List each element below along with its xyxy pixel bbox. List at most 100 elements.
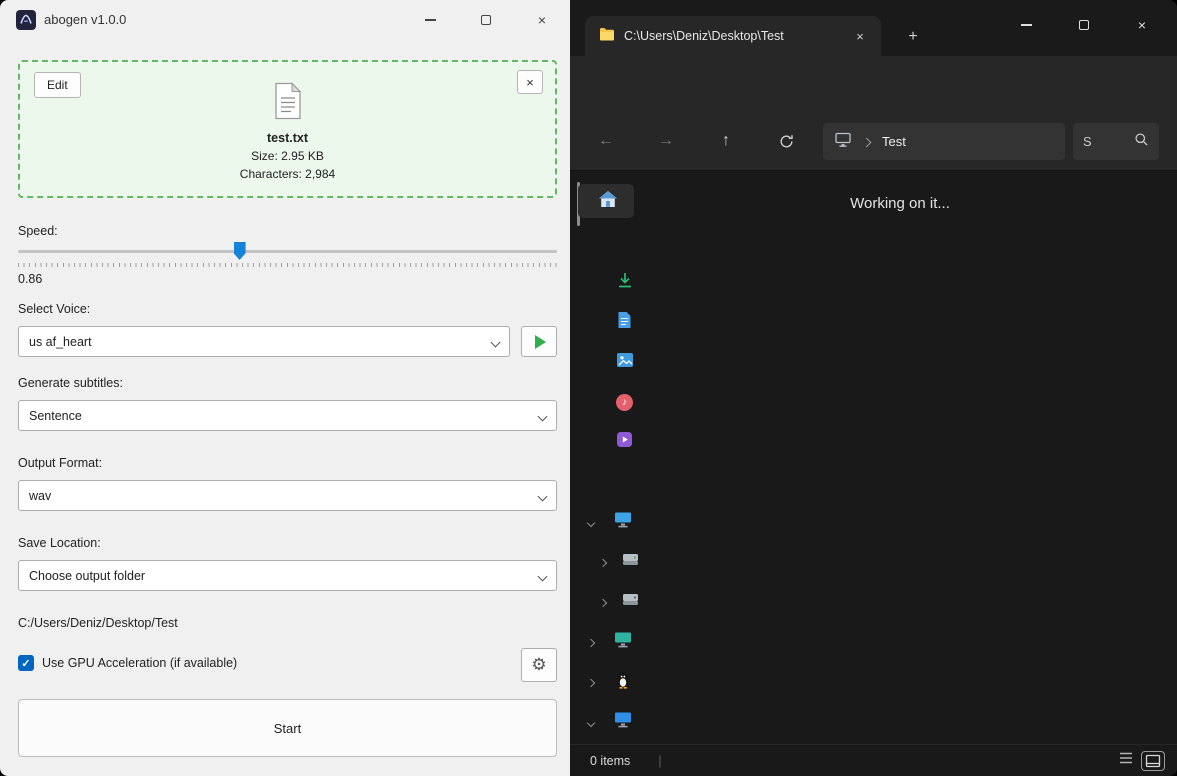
linux-penguin-icon bbox=[615, 671, 631, 694]
this-pc-icon bbox=[835, 132, 851, 152]
sidebar-item-linux[interactable] bbox=[570, 666, 640, 698]
abogen-titlebar[interactable]: abogen v1.0.0 × bbox=[0, 0, 570, 40]
output-format-select[interactable]: wav bbox=[18, 480, 557, 511]
chevron-down-icon bbox=[586, 713, 596, 731]
address-bar[interactable]: Test bbox=[823, 123, 1065, 160]
forward-button[interactable]: → bbox=[651, 126, 681, 156]
explorer-maximize-button[interactable] bbox=[1055, 0, 1113, 50]
this-pc-monitor-icon bbox=[614, 511, 632, 533]
explorer-content: Working on it... ♪ bbox=[570, 171, 1177, 744]
close-icon: × bbox=[856, 28, 864, 44]
refresh-button[interactable] bbox=[771, 126, 801, 156]
tab-close-button[interactable]: × bbox=[849, 25, 871, 47]
working-status-text: Working on it... bbox=[850, 195, 950, 212]
chevron-right-icon bbox=[586, 673, 596, 691]
sidebar-item-drive-1[interactable] bbox=[570, 546, 640, 578]
search-box[interactable]: S bbox=[1073, 123, 1159, 160]
drive-icon bbox=[622, 553, 639, 571]
file-size-text: Size: 2.95 KB bbox=[251, 149, 324, 163]
explorer-tab-strip: C:\Users\Deniz\Desktop\Test × + × bbox=[570, 0, 1177, 56]
sidebar-item-music[interactable]: ♪ bbox=[570, 386, 640, 418]
details-view-button[interactable] bbox=[1117, 750, 1135, 771]
gpu-checkbox[interactable]: ✓ bbox=[18, 655, 34, 671]
explorer-minimize-button[interactable] bbox=[997, 0, 1055, 50]
sidebar-item-drive-2[interactable] bbox=[570, 586, 640, 618]
abogen-app-icon bbox=[16, 10, 36, 30]
chevron-down-icon bbox=[537, 489, 548, 503]
sidebar-item-videos[interactable] bbox=[570, 426, 640, 458]
up-button[interactable]: ↑ bbox=[711, 126, 741, 156]
status-divider: | bbox=[658, 753, 662, 768]
sidebar-item-downloads[interactable] bbox=[570, 266, 640, 298]
forward-icon: → bbox=[658, 132, 674, 149]
pictures-icon bbox=[616, 352, 634, 373]
slider-track[interactable] bbox=[18, 250, 557, 253]
network-pc-icon bbox=[614, 631, 632, 653]
chevron-right-icon bbox=[586, 633, 596, 651]
chevron-down-icon bbox=[537, 409, 548, 423]
folder-icon bbox=[599, 27, 615, 46]
abogen-minimize-button[interactable] bbox=[402, 0, 458, 40]
screen: abogen v1.0.0 × Edit × test.txt Size: 2.… bbox=[0, 0, 1177, 776]
speed-label: Speed: bbox=[18, 224, 58, 238]
settings-button[interactable]: ⚙ bbox=[521, 648, 557, 682]
subtitles-selected-value: Sentence bbox=[29, 408, 82, 423]
gpu-checkbox-label[interactable]: Use GPU Acceleration (if available) bbox=[42, 656, 237, 670]
speed-slider[interactable] bbox=[18, 242, 557, 260]
downloads-icon bbox=[616, 271, 634, 294]
file-document-icon bbox=[273, 82, 303, 124]
save-location-label: Save Location: bbox=[18, 536, 101, 550]
abogen-maximize-button[interactable] bbox=[458, 0, 514, 40]
explorer-active-tab[interactable]: C:\Users\Deniz\Desktop\Test × bbox=[585, 16, 881, 56]
start-button[interactable]: Start bbox=[18, 699, 557, 757]
preview-voice-button[interactable] bbox=[521, 326, 557, 357]
sidebar-item-home[interactable] bbox=[570, 185, 640, 217]
search-input-text[interactable]: S bbox=[1083, 134, 1134, 149]
slider-handle[interactable] bbox=[233, 242, 246, 260]
back-button[interactable]: ← bbox=[591, 126, 621, 156]
save-location-select[interactable]: Choose output folder bbox=[18, 560, 557, 591]
play-icon bbox=[535, 334, 546, 349]
music-icon: ♪ bbox=[616, 393, 633, 411]
search-icon bbox=[1134, 132, 1149, 152]
gpu-acceleration-row: ✓ Use GPU Acceleration (if available) bbox=[18, 655, 237, 671]
home-icon bbox=[598, 190, 618, 213]
plus-icon: + bbox=[908, 28, 918, 45]
refresh-icon bbox=[780, 134, 793, 147]
new-tab-button[interactable]: + bbox=[902, 26, 924, 48]
large-thumbnails-view-button[interactable] bbox=[1141, 750, 1165, 771]
file-dropzone[interactable]: Edit × test.txt Size: 2.95 KB Characters… bbox=[18, 60, 557, 198]
explorer-close-button[interactable]: × bbox=[1113, 0, 1171, 50]
sidebar-item-network-pc[interactable] bbox=[570, 626, 640, 658]
sidebar-item-network[interactable] bbox=[570, 706, 640, 738]
explorer-status-bar: 0 items | bbox=[570, 744, 1177, 776]
slider-ticks bbox=[18, 263, 557, 267]
breadcrumb-chevron-icon bbox=[861, 133, 872, 151]
sidebar-item-pictures[interactable] bbox=[570, 346, 640, 378]
abogen-close-button[interactable]: × bbox=[514, 0, 570, 40]
tab-title: C:\Users\Deniz\Desktop\Test bbox=[624, 29, 784, 43]
output-path-text: C:/Users/Deniz/Desktop/Test bbox=[18, 616, 178, 630]
documents-icon bbox=[617, 311, 632, 334]
items-count: 0 items bbox=[590, 753, 631, 768]
format-selected-value: wav bbox=[29, 488, 52, 503]
drive-icon bbox=[622, 593, 639, 611]
voice-label: Select Voice: bbox=[18, 302, 91, 316]
sidebar-item-this-pc[interactable] bbox=[570, 506, 640, 538]
list-view-icon bbox=[1120, 752, 1132, 764]
thumbnail-view-icon bbox=[1145, 754, 1161, 767]
loaded-filename: test.txt bbox=[267, 131, 308, 145]
close-icon: × bbox=[537, 12, 547, 28]
voice-select[interactable]: us af_heart bbox=[18, 326, 510, 357]
explorer-chrome: ← → ↑ Test S bbox=[570, 56, 1177, 212]
format-label: Output Format: bbox=[18, 456, 103, 470]
close-icon: × bbox=[1137, 17, 1147, 33]
chevron-down-icon bbox=[586, 513, 596, 531]
minimize-icon bbox=[424, 19, 436, 21]
breadcrumb-current-folder[interactable]: Test bbox=[882, 134, 906, 149]
minimize-icon bbox=[1020, 24, 1032, 26]
subtitles-select[interactable]: Sentence bbox=[18, 400, 557, 431]
abogen-window: abogen v1.0.0 × Edit × test.txt Size: 2.… bbox=[0, 0, 570, 776]
chevron-right-icon bbox=[598, 593, 608, 611]
sidebar-item-documents[interactable] bbox=[570, 306, 640, 338]
